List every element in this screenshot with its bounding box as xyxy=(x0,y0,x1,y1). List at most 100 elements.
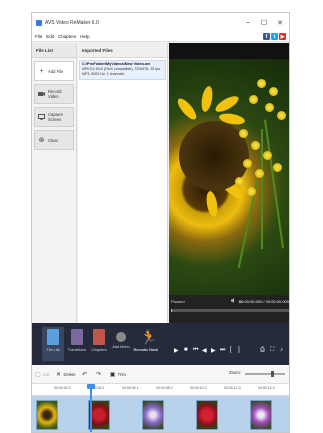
minimize-button[interactable]: – xyxy=(241,13,255,32)
tool-chapters-label: Chapters xyxy=(91,348,107,352)
tool-transitions[interactable]: Transitions xyxy=(66,329,88,352)
plus-icon: + xyxy=(39,67,44,75)
flower-stem xyxy=(261,129,263,249)
timeline-tick: 00:00:12.3 xyxy=(224,386,241,390)
record-video-label: Record Video xyxy=(48,89,62,99)
tool-add-menu[interactable]: Add Menu xyxy=(110,329,132,349)
yellow-blossom xyxy=(235,177,244,186)
undo-icon: ↶ xyxy=(82,371,88,378)
file-path: C:\ProFolder\MyVideos\New Video.avi xyxy=(82,62,151,66)
sunflower-petal xyxy=(174,95,200,123)
sunflower-petal xyxy=(199,85,215,113)
youtube-icon[interactable]: ▶ xyxy=(279,33,286,40)
volume-icon[interactable] xyxy=(231,298,236,303)
menu-edit[interactable]: Edit xyxy=(46,34,54,39)
yellow-blossom xyxy=(255,169,264,178)
timeline-thumbnail[interactable] xyxy=(250,400,272,430)
timeline-thumbnail[interactable] xyxy=(196,400,218,430)
clear-button[interactable]: ⊗ Clear xyxy=(34,130,74,150)
redo-icon: ↷ xyxy=(96,371,102,378)
remake-now-button[interactable]: 🏃 Remake Now! xyxy=(132,329,160,352)
trim-button[interactable]: ▣ Trim xyxy=(110,371,126,378)
menu-help[interactable]: Help xyxy=(80,34,89,39)
zoom-slider-knob[interactable] xyxy=(271,371,274,377)
sunflower-petal xyxy=(213,93,241,115)
yellow-blossom xyxy=(249,95,258,104)
timeline-thumbnail[interactable] xyxy=(142,400,164,430)
imported-files-panel: Imported Files C:\ProFolder\MyVideos\New… xyxy=(78,43,168,323)
timeline-playhead[interactable] xyxy=(90,384,92,432)
camera-icon xyxy=(38,91,45,98)
remake-now-label: Remake Now! xyxy=(133,348,159,352)
close-button[interactable]: ✕ xyxy=(273,13,287,32)
maximize-button[interactable]: ☐ xyxy=(257,13,271,32)
file-audio-details: MP3, 8000 Hz, 1 channels xyxy=(82,72,125,76)
menu-file[interactable]: File xyxy=(35,34,42,39)
social-links: f t ▶ xyxy=(262,33,286,40)
tool-chapters[interactable]: Chapters xyxy=(88,329,110,352)
video-frame[interactable] xyxy=(169,59,289,295)
transitions-icon xyxy=(71,329,83,345)
yellow-blossom xyxy=(265,103,274,112)
timeline-tick: 00:00:02.0 xyxy=(54,386,71,390)
cut-button[interactable]: ▢ Cut xyxy=(35,371,50,378)
zoom-label: Zoom: xyxy=(229,370,241,375)
yellow-blossom xyxy=(251,141,260,150)
tool-file-list-label: File List xyxy=(46,348,60,352)
imported-file-row[interactable]: C:\ProFolder\MyVideos\New Video.avi MPEG… xyxy=(79,60,166,80)
chapters-icon xyxy=(93,329,105,345)
player-status: Paused xyxy=(171,299,185,304)
timeline-thumbnail[interactable] xyxy=(36,400,58,430)
redo-button[interactable]: ↷ xyxy=(96,371,104,378)
add-menu-icon xyxy=(116,332,126,342)
playhead-handle[interactable] xyxy=(87,384,95,389)
twitter-icon[interactable]: t xyxy=(271,33,278,40)
yellow-blossom xyxy=(257,79,266,88)
timeline-tick: 00:00:08.2 xyxy=(156,386,173,390)
player-status-bar: Paused 1x 00:00:00.000 / 00:00:00.000 xyxy=(169,295,289,323)
volume-control-icon[interactable]: ♪ xyxy=(280,347,283,353)
stop-button[interactable]: ■ xyxy=(184,347,188,353)
seek-bar[interactable] xyxy=(171,309,289,312)
play-button[interactable]: ▶ xyxy=(174,347,179,354)
flower-stem xyxy=(263,119,285,249)
yellow-blossom xyxy=(277,111,286,120)
timeline-tick: 00:00:06.1 xyxy=(122,386,139,390)
cut-icon: ▢ xyxy=(35,371,41,378)
delete-button[interactable]: ✕ Delete xyxy=(56,371,76,378)
snapshot-icon[interactable]: ⎙ xyxy=(260,347,265,354)
timeline-ruler[interactable]: 00:00:02.0 00:00:04.1 00:00:06.1 00:00:0… xyxy=(32,384,289,396)
main-toolbar: File List Transitions Chapters Add Menu … xyxy=(32,323,289,365)
menu-bar: File Edit Chapters Help f t ▶ xyxy=(32,32,289,42)
yellow-blossom xyxy=(269,87,278,96)
cut-label: Cut xyxy=(43,371,50,377)
add-file-button[interactable]: + Add File xyxy=(34,61,74,81)
step-forward-button[interactable]: ▶ xyxy=(211,347,216,354)
file-list-panel: File List + Add File Record Video Captur… xyxy=(32,43,77,323)
sunflower-petal xyxy=(204,190,220,218)
undo-button[interactable]: ↶ xyxy=(82,371,90,378)
tool-transitions-label: Transitions xyxy=(67,348,87,352)
facebook-icon[interactable]: f xyxy=(263,33,270,40)
mark-out-button[interactable]: ] xyxy=(238,347,240,353)
window-title: AVS Video ReMaker 6.0 xyxy=(45,19,99,26)
fullscreen-icon[interactable]: ⛶ xyxy=(270,347,274,354)
file-list-icon xyxy=(47,329,59,345)
tool-add-menu-label: Add Menu xyxy=(112,345,130,349)
tool-file-list[interactable]: File List xyxy=(42,327,64,361)
mark-in-button[interactable]: [ xyxy=(230,347,232,353)
previous-frame-button[interactable]: ⏮ xyxy=(193,347,198,354)
video-track[interactable] xyxy=(32,396,289,432)
step-back-button[interactable]: ◀ xyxy=(202,347,207,354)
zoom-slider[interactable] xyxy=(245,371,285,377)
menu-chapters[interactable]: Chapters xyxy=(58,34,76,39)
capture-screen-label: Capture Screen xyxy=(48,112,63,122)
timeline-tick: 00:00:10.2 xyxy=(190,386,207,390)
record-video-button[interactable]: Record Video xyxy=(34,84,74,104)
app-window: AVS Video ReMaker 6.0 – ☐ ✕ File Edit Ch… xyxy=(31,12,290,433)
next-frame-button[interactable]: ⏭ xyxy=(220,347,225,354)
clear-icon: ⊗ xyxy=(38,137,45,144)
file-video-details: MPEG4 DivX (DivX compatible), 720x576, 2… xyxy=(82,67,161,71)
yellow-blossom xyxy=(273,163,282,172)
capture-screen-button[interactable]: Capture Screen xyxy=(34,107,74,127)
